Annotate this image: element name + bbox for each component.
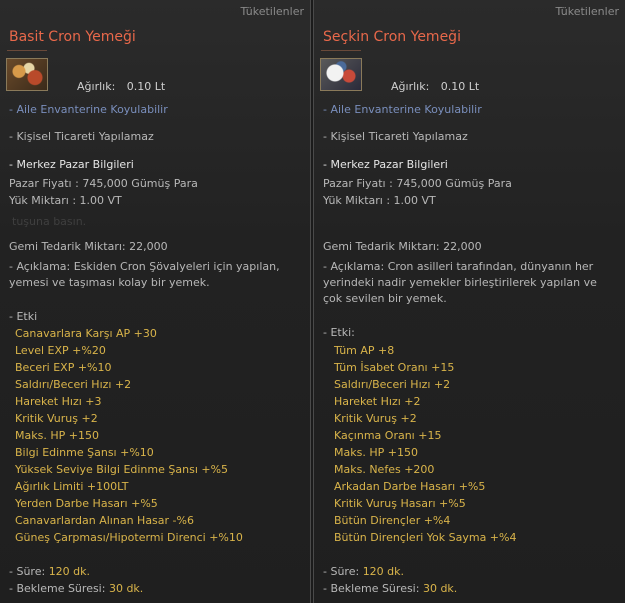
effect-list: Tüm AP +8 Tüm İsabet Oranı +15 Saldırı/B…: [334, 342, 516, 546]
market-price: Pazar Fiyatı : 745,000 Gümüş Para: [9, 177, 198, 190]
effect-item: Maks. HP +150: [334, 446, 418, 459]
duration-label: - Süre:: [9, 565, 46, 578]
family-inventory-note: - Aile Envanterine Koyulabilir: [323, 103, 482, 116]
duration-label: - Süre:: [323, 565, 360, 578]
duration-value: 120 dk.: [362, 565, 405, 578]
category-label: Tüketilenler: [555, 5, 619, 18]
effect-item: Bütün Dirençler +%4: [334, 514, 451, 527]
effect-item: Beceri EXP +%10: [15, 361, 112, 374]
item-description: - Açıklama: Eskiden Cron Şövalyeleri içi…: [9, 260, 280, 289]
market-header: - Merkez Pazar Bilgileri: [323, 158, 448, 171]
effect-item: Tüm İsabet Oranı +15: [334, 361, 455, 374]
effect-header: - Etki: [9, 310, 38, 323]
effect-item: Maks. Nefes +200: [334, 463, 435, 476]
duration-row: - Süre: 120 dk.: [9, 565, 90, 578]
ship-supply: Gemi Tedarik Miktarı: 22,000: [323, 240, 482, 253]
cooldown-row: - Bekleme Süresi: 30 dk.: [9, 582, 143, 595]
no-trade-note: - Kişisel Ticareti Yapılamaz: [9, 130, 154, 143]
effect-item: Hareket Hızı +2: [334, 395, 421, 408]
duration-row: - Süre: 120 dk.: [323, 565, 404, 578]
category-label: Tüketilenler: [240, 5, 304, 18]
effect-item: Level EXP +%20: [15, 344, 106, 357]
effect-header: - Etki:: [323, 326, 355, 339]
family-inventory-note: - Aile Envanterine Koyulabilir: [9, 103, 168, 116]
effect-item: Canavarlara Karşı AP +30: [15, 327, 157, 340]
duration-value: 120 dk.: [48, 565, 91, 578]
item-description: - Açıklama: Cron asilleri tarafından, dü…: [323, 260, 597, 305]
cooldown-label: - Bekleme Süresi:: [323, 582, 420, 595]
effect-item: Saldırı/Beceri Hızı +2: [334, 378, 451, 391]
effect-item: Arkadan Darbe Hasarı +%5: [334, 480, 486, 493]
effect-item: Kritik Vuruş Hasarı +%5: [334, 497, 466, 510]
effect-item: Bütün Direnç​leri Yok Sayma +%4: [334, 531, 517, 544]
market-price: Pazar Fiyatı : 745,000 Gümüş Para: [323, 177, 512, 190]
load-amount: Yük Miktarı : 1.00 VT: [9, 194, 122, 207]
weight-value: 0.10 Lt: [440, 80, 480, 93]
item-title: Seçkin Cron Yemeği: [323, 29, 461, 45]
effect-item: Yüksek Seviye Bilgi Edinme Şansı +%5: [15, 463, 229, 476]
effect-list: Canavarlara Karşı AP +30 Level EXP +%20 …: [15, 325, 243, 546]
effect-item: Yerden Darbe Hasarı +%5: [15, 497, 158, 510]
market-header: - Merkez Pazar Bilgileri: [9, 158, 134, 171]
title-divider: [321, 50, 361, 51]
cooldown-row: - Bekleme Süresi: 30 dk.: [323, 582, 457, 595]
weight-info: Ağırlık: 0.10 Lt: [391, 80, 479, 93]
tooltip-panel-elite: Tüketilenler Seçkin Cron Yemeği Ağırlık:…: [313, 0, 625, 603]
cooldown-label: - Bekleme Süresi:: [9, 582, 106, 595]
effect-item: Tüm AP +8: [334, 344, 395, 357]
title-divider: [7, 50, 47, 51]
effect-item: Maks. HP +150: [15, 429, 99, 442]
effect-item: Hareket Hızı +3: [15, 395, 102, 408]
effect-item: Kritik Vuruş +2: [334, 412, 417, 425]
food-plate-icon: [320, 58, 362, 91]
ship-supply: Gemi Tedarik Miktarı: 22,000: [9, 240, 168, 253]
effect-item: Canavarlardan Alınan Hasar -%6: [15, 514, 194, 527]
food-plate-icon: [6, 58, 48, 91]
effect-item: Bilgi Edinme Şansı +%10: [15, 446, 154, 459]
effect-item: Ağırlık Limiti +100LT: [15, 480, 129, 493]
load-amount: Yük Miktarı : 1.00 VT: [323, 194, 436, 207]
background-hint-text: tuşuna basın.: [12, 215, 87, 228]
tooltip-panel-basic: Tüketilenler Basit Cron Yemeği Ağırlık: …: [0, 0, 311, 603]
effect-item: Kaçınma Oranı +15: [334, 429, 442, 442]
effect-item: Kritik Vuruş +2: [15, 412, 98, 425]
no-trade-note: - Kişisel Ticareti Yapılamaz: [323, 130, 468, 143]
weight-label: Ağırlık:: [77, 80, 116, 93]
effect-item: Güneş Çarpması/Hipotermi Direnci +%10: [15, 531, 243, 544]
item-title: Basit Cron Yemeği: [9, 29, 136, 45]
effect-item: Saldırı/Beceri Hızı +2: [15, 378, 132, 391]
weight-label: Ağırlık:: [391, 80, 430, 93]
weight-value: 0.10 Lt: [126, 80, 166, 93]
weight-info: Ağırlık: 0.10 Lt: [77, 80, 165, 93]
cooldown-value: 30 dk.: [422, 582, 458, 595]
cooldown-value: 30 dk.: [108, 582, 144, 595]
